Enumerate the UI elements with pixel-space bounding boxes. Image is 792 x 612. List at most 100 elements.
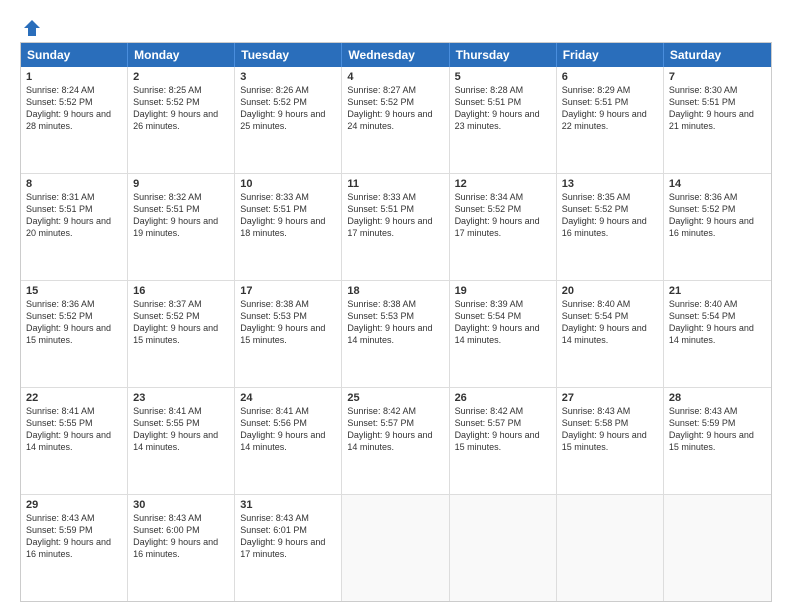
daylight-text: Daylight: 9 hours and 15 minutes. <box>240 322 336 346</box>
day-number: 21 <box>669 285 766 297</box>
sunrise-text: Sunrise: 8:24 AM <box>26 84 122 96</box>
sunset-text: Sunset: 5:51 PM <box>133 203 229 215</box>
sunset-text: Sunset: 5:52 PM <box>26 96 122 108</box>
logo-icon <box>22 18 42 38</box>
table-row: 3 Sunrise: 8:26 AM Sunset: 5:52 PM Dayli… <box>235 67 342 173</box>
sunset-text: Sunset: 5:52 PM <box>669 203 766 215</box>
table-row: 25 Sunrise: 8:42 AM Sunset: 5:57 PM Dayl… <box>342 388 449 494</box>
daylight-text: Daylight: 9 hours and 15 minutes. <box>562 429 658 453</box>
daylight-text: Daylight: 9 hours and 24 minutes. <box>347 108 443 132</box>
sunrise-text: Sunrise: 8:30 AM <box>669 84 766 96</box>
table-row: 9 Sunrise: 8:32 AM Sunset: 5:51 PM Dayli… <box>128 174 235 280</box>
table-row: 20 Sunrise: 8:40 AM Sunset: 5:54 PM Dayl… <box>557 281 664 387</box>
header-thursday: Thursday <box>450 43 557 67</box>
calendar-week-3: 15 Sunrise: 8:36 AM Sunset: 5:52 PM Dayl… <box>21 281 771 388</box>
day-number: 9 <box>133 178 229 190</box>
sunset-text: Sunset: 5:51 PM <box>347 203 443 215</box>
table-row <box>664 495 771 601</box>
page: Sunday Monday Tuesday Wednesday Thursday… <box>0 0 792 612</box>
daylight-text: Daylight: 9 hours and 16 minutes. <box>562 215 658 239</box>
sunset-text: Sunset: 5:55 PM <box>133 417 229 429</box>
sunrise-text: Sunrise: 8:33 AM <box>347 191 443 203</box>
table-row: 5 Sunrise: 8:28 AM Sunset: 5:51 PM Dayli… <box>450 67 557 173</box>
table-row: 6 Sunrise: 8:29 AM Sunset: 5:51 PM Dayli… <box>557 67 664 173</box>
daylight-text: Daylight: 9 hours and 17 minutes. <box>240 536 336 560</box>
sunrise-text: Sunrise: 8:35 AM <box>562 191 658 203</box>
daylight-text: Daylight: 9 hours and 14 minutes. <box>26 429 122 453</box>
header-monday: Monday <box>128 43 235 67</box>
daylight-text: Daylight: 9 hours and 14 minutes. <box>133 429 229 453</box>
sunset-text: Sunset: 5:51 PM <box>240 203 336 215</box>
cell-info: Sunrise: 8:33 AM Sunset: 5:51 PM Dayligh… <box>240 191 336 240</box>
sunset-text: Sunset: 5:59 PM <box>26 524 122 536</box>
day-number: 7 <box>669 71 766 83</box>
sunrise-text: Sunrise: 8:39 AM <box>455 298 551 310</box>
table-row: 28 Sunrise: 8:43 AM Sunset: 5:59 PM Dayl… <box>664 388 771 494</box>
sunrise-text: Sunrise: 8:27 AM <box>347 84 443 96</box>
day-number: 14 <box>669 178 766 190</box>
sunrise-text: Sunrise: 8:40 AM <box>562 298 658 310</box>
sunset-text: Sunset: 5:52 PM <box>347 96 443 108</box>
sunset-text: Sunset: 5:54 PM <box>562 310 658 322</box>
table-row: 31 Sunrise: 8:43 AM Sunset: 6:01 PM Dayl… <box>235 495 342 601</box>
day-number: 26 <box>455 392 551 404</box>
day-number: 29 <box>26 499 122 511</box>
sunset-text: Sunset: 5:57 PM <box>347 417 443 429</box>
header-saturday: Saturday <box>664 43 771 67</box>
day-number: 1 <box>26 71 122 83</box>
sunset-text: Sunset: 5:51 PM <box>455 96 551 108</box>
sunset-text: Sunset: 5:51 PM <box>669 96 766 108</box>
cell-info: Sunrise: 8:36 AM Sunset: 5:52 PM Dayligh… <box>26 298 122 347</box>
day-number: 11 <box>347 178 443 190</box>
day-number: 16 <box>133 285 229 297</box>
table-row: 19 Sunrise: 8:39 AM Sunset: 5:54 PM Dayl… <box>450 281 557 387</box>
day-number: 27 <box>562 392 658 404</box>
sunrise-text: Sunrise: 8:28 AM <box>455 84 551 96</box>
cell-info: Sunrise: 8:43 AM Sunset: 6:01 PM Dayligh… <box>240 512 336 561</box>
cell-info: Sunrise: 8:41 AM Sunset: 5:55 PM Dayligh… <box>26 405 122 454</box>
cell-info: Sunrise: 8:38 AM Sunset: 5:53 PM Dayligh… <box>240 298 336 347</box>
table-row: 13 Sunrise: 8:35 AM Sunset: 5:52 PM Dayl… <box>557 174 664 280</box>
daylight-text: Daylight: 9 hours and 23 minutes. <box>455 108 551 132</box>
daylight-text: Daylight: 9 hours and 15 minutes. <box>133 322 229 346</box>
daylight-text: Daylight: 9 hours and 14 minutes. <box>240 429 336 453</box>
sunrise-text: Sunrise: 8:41 AM <box>26 405 122 417</box>
cell-info: Sunrise: 8:40 AM Sunset: 5:54 PM Dayligh… <box>562 298 658 347</box>
cell-info: Sunrise: 8:41 AM Sunset: 5:55 PM Dayligh… <box>133 405 229 454</box>
day-number: 22 <box>26 392 122 404</box>
sunset-text: Sunset: 5:52 PM <box>26 310 122 322</box>
sunrise-text: Sunrise: 8:38 AM <box>240 298 336 310</box>
sunset-text: Sunset: 5:52 PM <box>133 96 229 108</box>
sunset-text: Sunset: 5:52 PM <box>240 96 336 108</box>
header-tuesday: Tuesday <box>235 43 342 67</box>
cell-info: Sunrise: 8:42 AM Sunset: 5:57 PM Dayligh… <box>347 405 443 454</box>
sunrise-text: Sunrise: 8:36 AM <box>669 191 766 203</box>
table-row: 1 Sunrise: 8:24 AM Sunset: 5:52 PM Dayli… <box>21 67 128 173</box>
sunrise-text: Sunrise: 8:29 AM <box>562 84 658 96</box>
sunrise-text: Sunrise: 8:37 AM <box>133 298 229 310</box>
cell-info: Sunrise: 8:43 AM Sunset: 5:58 PM Dayligh… <box>562 405 658 454</box>
calendar-header: Sunday Monday Tuesday Wednesday Thursday… <box>21 43 771 67</box>
calendar: Sunday Monday Tuesday Wednesday Thursday… <box>20 42 772 602</box>
daylight-text: Daylight: 9 hours and 17 minutes. <box>347 215 443 239</box>
table-row: 29 Sunrise: 8:43 AM Sunset: 5:59 PM Dayl… <box>21 495 128 601</box>
table-row: 12 Sunrise: 8:34 AM Sunset: 5:52 PM Dayl… <box>450 174 557 280</box>
table-row: 26 Sunrise: 8:42 AM Sunset: 5:57 PM Dayl… <box>450 388 557 494</box>
cell-info: Sunrise: 8:25 AM Sunset: 5:52 PM Dayligh… <box>133 84 229 133</box>
table-row: 16 Sunrise: 8:37 AM Sunset: 5:52 PM Dayl… <box>128 281 235 387</box>
cell-info: Sunrise: 8:42 AM Sunset: 5:57 PM Dayligh… <box>455 405 551 454</box>
header-friday: Friday <box>557 43 664 67</box>
table-row: 10 Sunrise: 8:33 AM Sunset: 5:51 PM Dayl… <box>235 174 342 280</box>
sunset-text: Sunset: 5:55 PM <box>26 417 122 429</box>
cell-info: Sunrise: 8:34 AM Sunset: 5:52 PM Dayligh… <box>455 191 551 240</box>
table-row: 11 Sunrise: 8:33 AM Sunset: 5:51 PM Dayl… <box>342 174 449 280</box>
table-row: 8 Sunrise: 8:31 AM Sunset: 5:51 PM Dayli… <box>21 174 128 280</box>
day-number: 30 <box>133 499 229 511</box>
daylight-text: Daylight: 9 hours and 14 minutes. <box>669 322 766 346</box>
sunrise-text: Sunrise: 8:34 AM <box>455 191 551 203</box>
day-number: 19 <box>455 285 551 297</box>
sunset-text: Sunset: 5:51 PM <box>562 96 658 108</box>
table-row: 24 Sunrise: 8:41 AM Sunset: 5:56 PM Dayl… <box>235 388 342 494</box>
calendar-week-4: 22 Sunrise: 8:41 AM Sunset: 5:55 PM Dayl… <box>21 388 771 495</box>
table-row: 15 Sunrise: 8:36 AM Sunset: 5:52 PM Dayl… <box>21 281 128 387</box>
